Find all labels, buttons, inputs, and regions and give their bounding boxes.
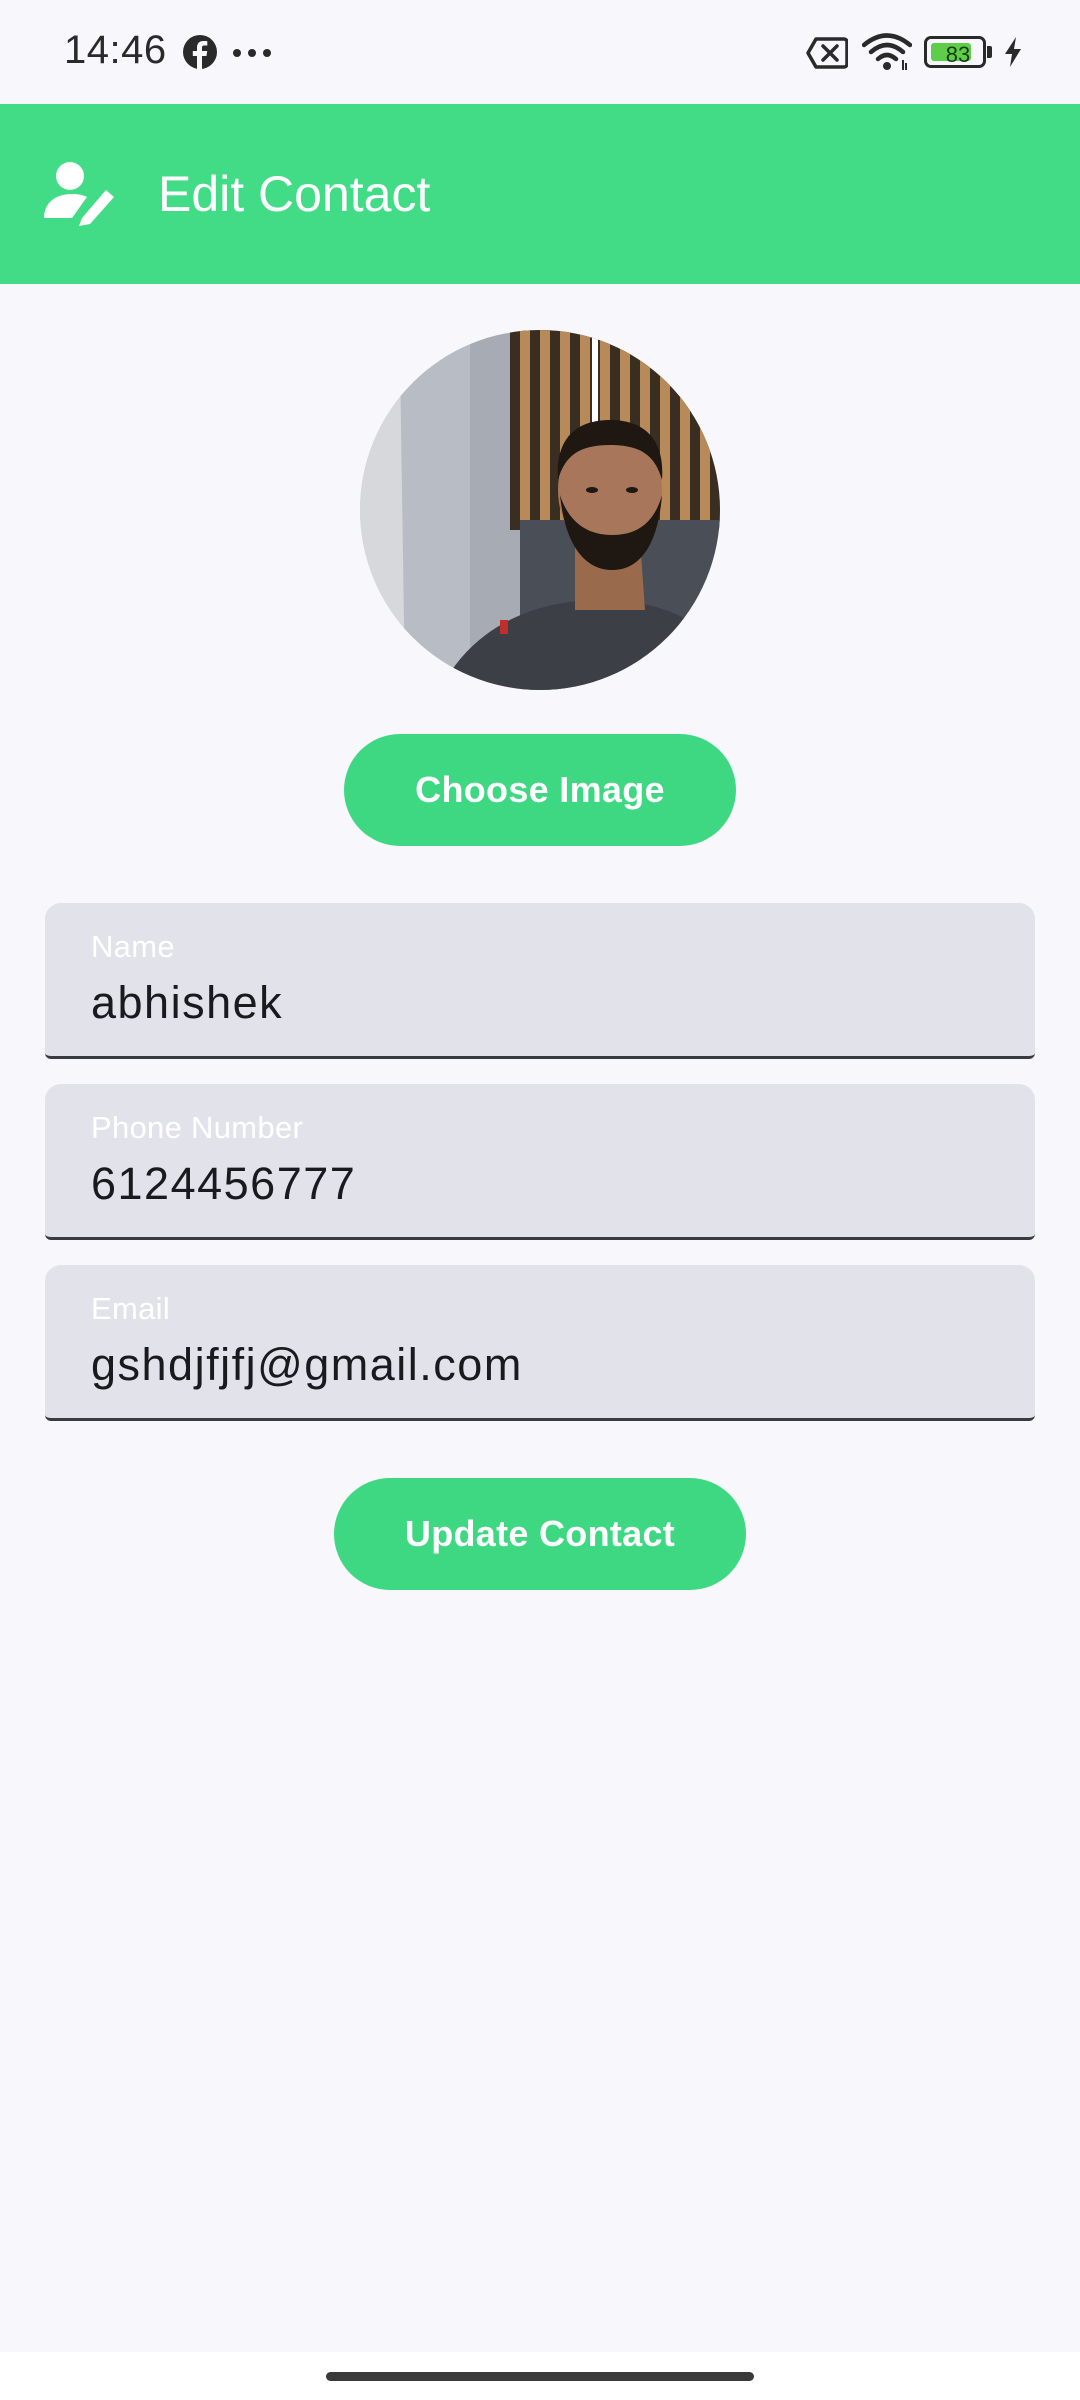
page-title: Edit Contact	[158, 166, 431, 222]
app-bar: Edit Contact	[0, 104, 1080, 284]
phone-input[interactable]: 6124456777	[91, 1158, 356, 1210]
edit-person-icon	[44, 162, 114, 226]
status-time: 14:46	[64, 28, 167, 72]
email-field-label: Email	[91, 1291, 171, 1326]
battery-icon: 83	[924, 36, 994, 68]
wifi-icon	[862, 33, 912, 70]
name-field-label: Name	[91, 929, 175, 964]
status-bar: 14:46 83	[0, 0, 1080, 104]
phone-field-label: Phone Number	[91, 1110, 304, 1145]
home-indicator[interactable]	[326, 2372, 754, 2381]
update-contact-button[interactable]: Update Contact	[334, 1478, 746, 1590]
phone-field[interactable]: Phone Number 6124456777	[45, 1084, 1035, 1240]
name-field[interactable]: Name abhishek	[45, 903, 1035, 1059]
battery-level: 83	[945, 42, 971, 67]
no-sim-icon	[806, 37, 848, 69]
email-field[interactable]: Email gshdjfjfj@gmail.com	[45, 1265, 1035, 1421]
contact-photo	[360, 330, 720, 690]
email-input[interactable]: gshdjfjfj@gmail.com	[91, 1339, 523, 1391]
facebook-icon	[183, 35, 217, 70]
charging-icon	[1005, 37, 1021, 67]
choose-image-button[interactable]: Choose Image	[344, 734, 736, 846]
more-dots-icon	[233, 49, 271, 57]
contact-avatar[interactable]	[360, 330, 720, 690]
name-input[interactable]: abhishek	[91, 977, 283, 1029]
